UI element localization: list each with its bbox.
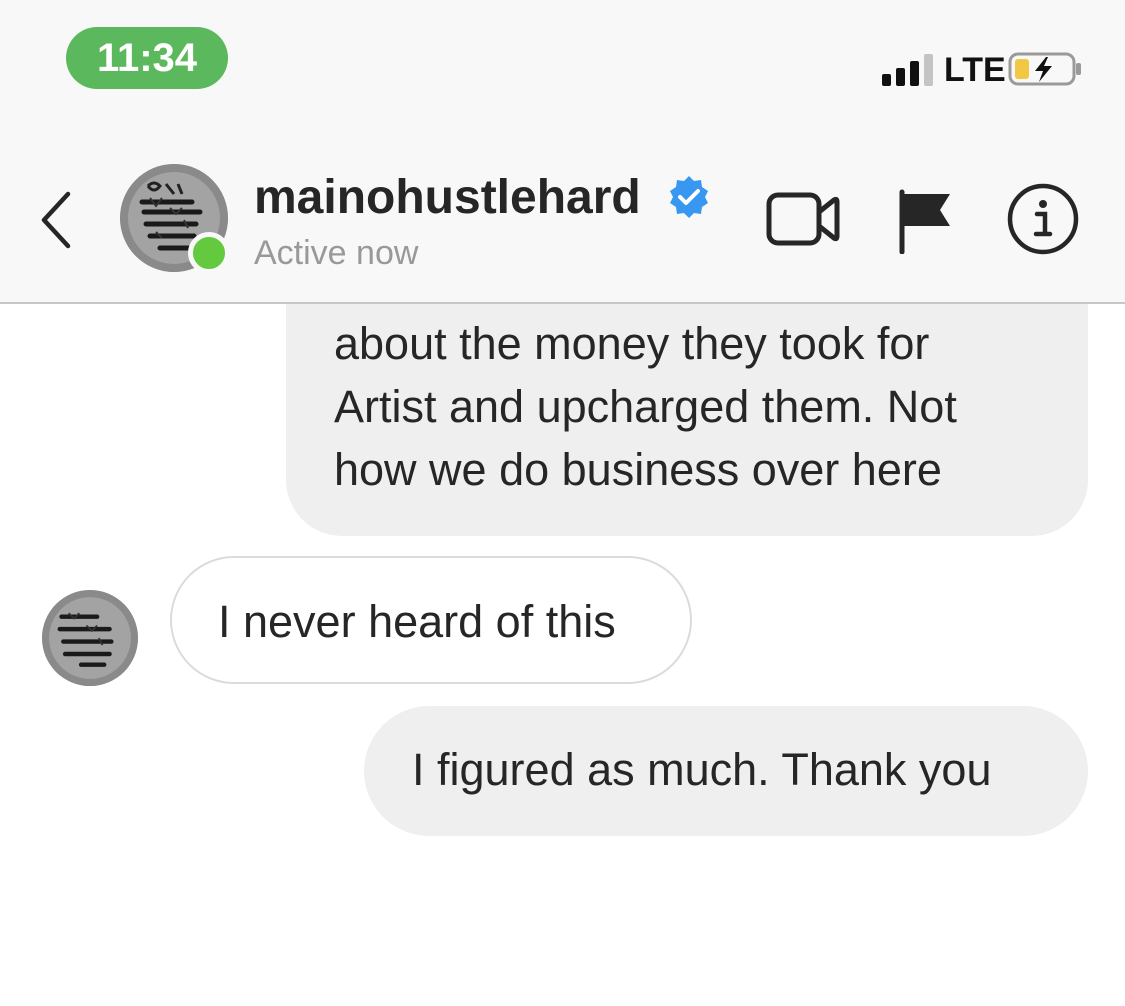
active-status: Active now [254, 234, 419, 272]
sender-avatar[interactable] [42, 590, 138, 686]
message-text: I figured as much. Thank you [412, 744, 992, 795]
avatar[interactable] [120, 164, 230, 274]
avatar-logo-icon [42, 590, 138, 686]
signal-icon [882, 52, 936, 86]
status-bar: 11:34 LTE [0, 0, 1125, 140]
flag-icon[interactable] [896, 188, 954, 254]
message-thread[interactable]: about the money they took for Artist and… [0, 304, 1125, 1006]
incoming-message-bubble[interactable]: I never heard of this [170, 556, 692, 684]
status-time[interactable]: 11:34 [66, 27, 228, 89]
video-camera-icon[interactable] [766, 190, 840, 248]
battery-icon [1008, 52, 1081, 86]
info-icon[interactable] [1006, 182, 1080, 256]
outgoing-message-bubble[interactable]: about the money they took for Artist and… [286, 304, 1088, 536]
network-label: LTE [944, 51, 1006, 89]
message-text: I never heard of this [218, 596, 616, 647]
message-text: about the money they took for Artist and… [334, 318, 957, 495]
verified-badge-icon [670, 176, 708, 218]
chat-header: mainohustlehard Active now [0, 140, 1125, 304]
online-indicator [188, 232, 230, 274]
chevron-left-icon[interactable] [36, 188, 76, 252]
outgoing-message-bubble[interactable]: I figured as much. Thank you [364, 706, 1088, 836]
chat-username[interactable]: mainohustlehard [254, 170, 641, 226]
